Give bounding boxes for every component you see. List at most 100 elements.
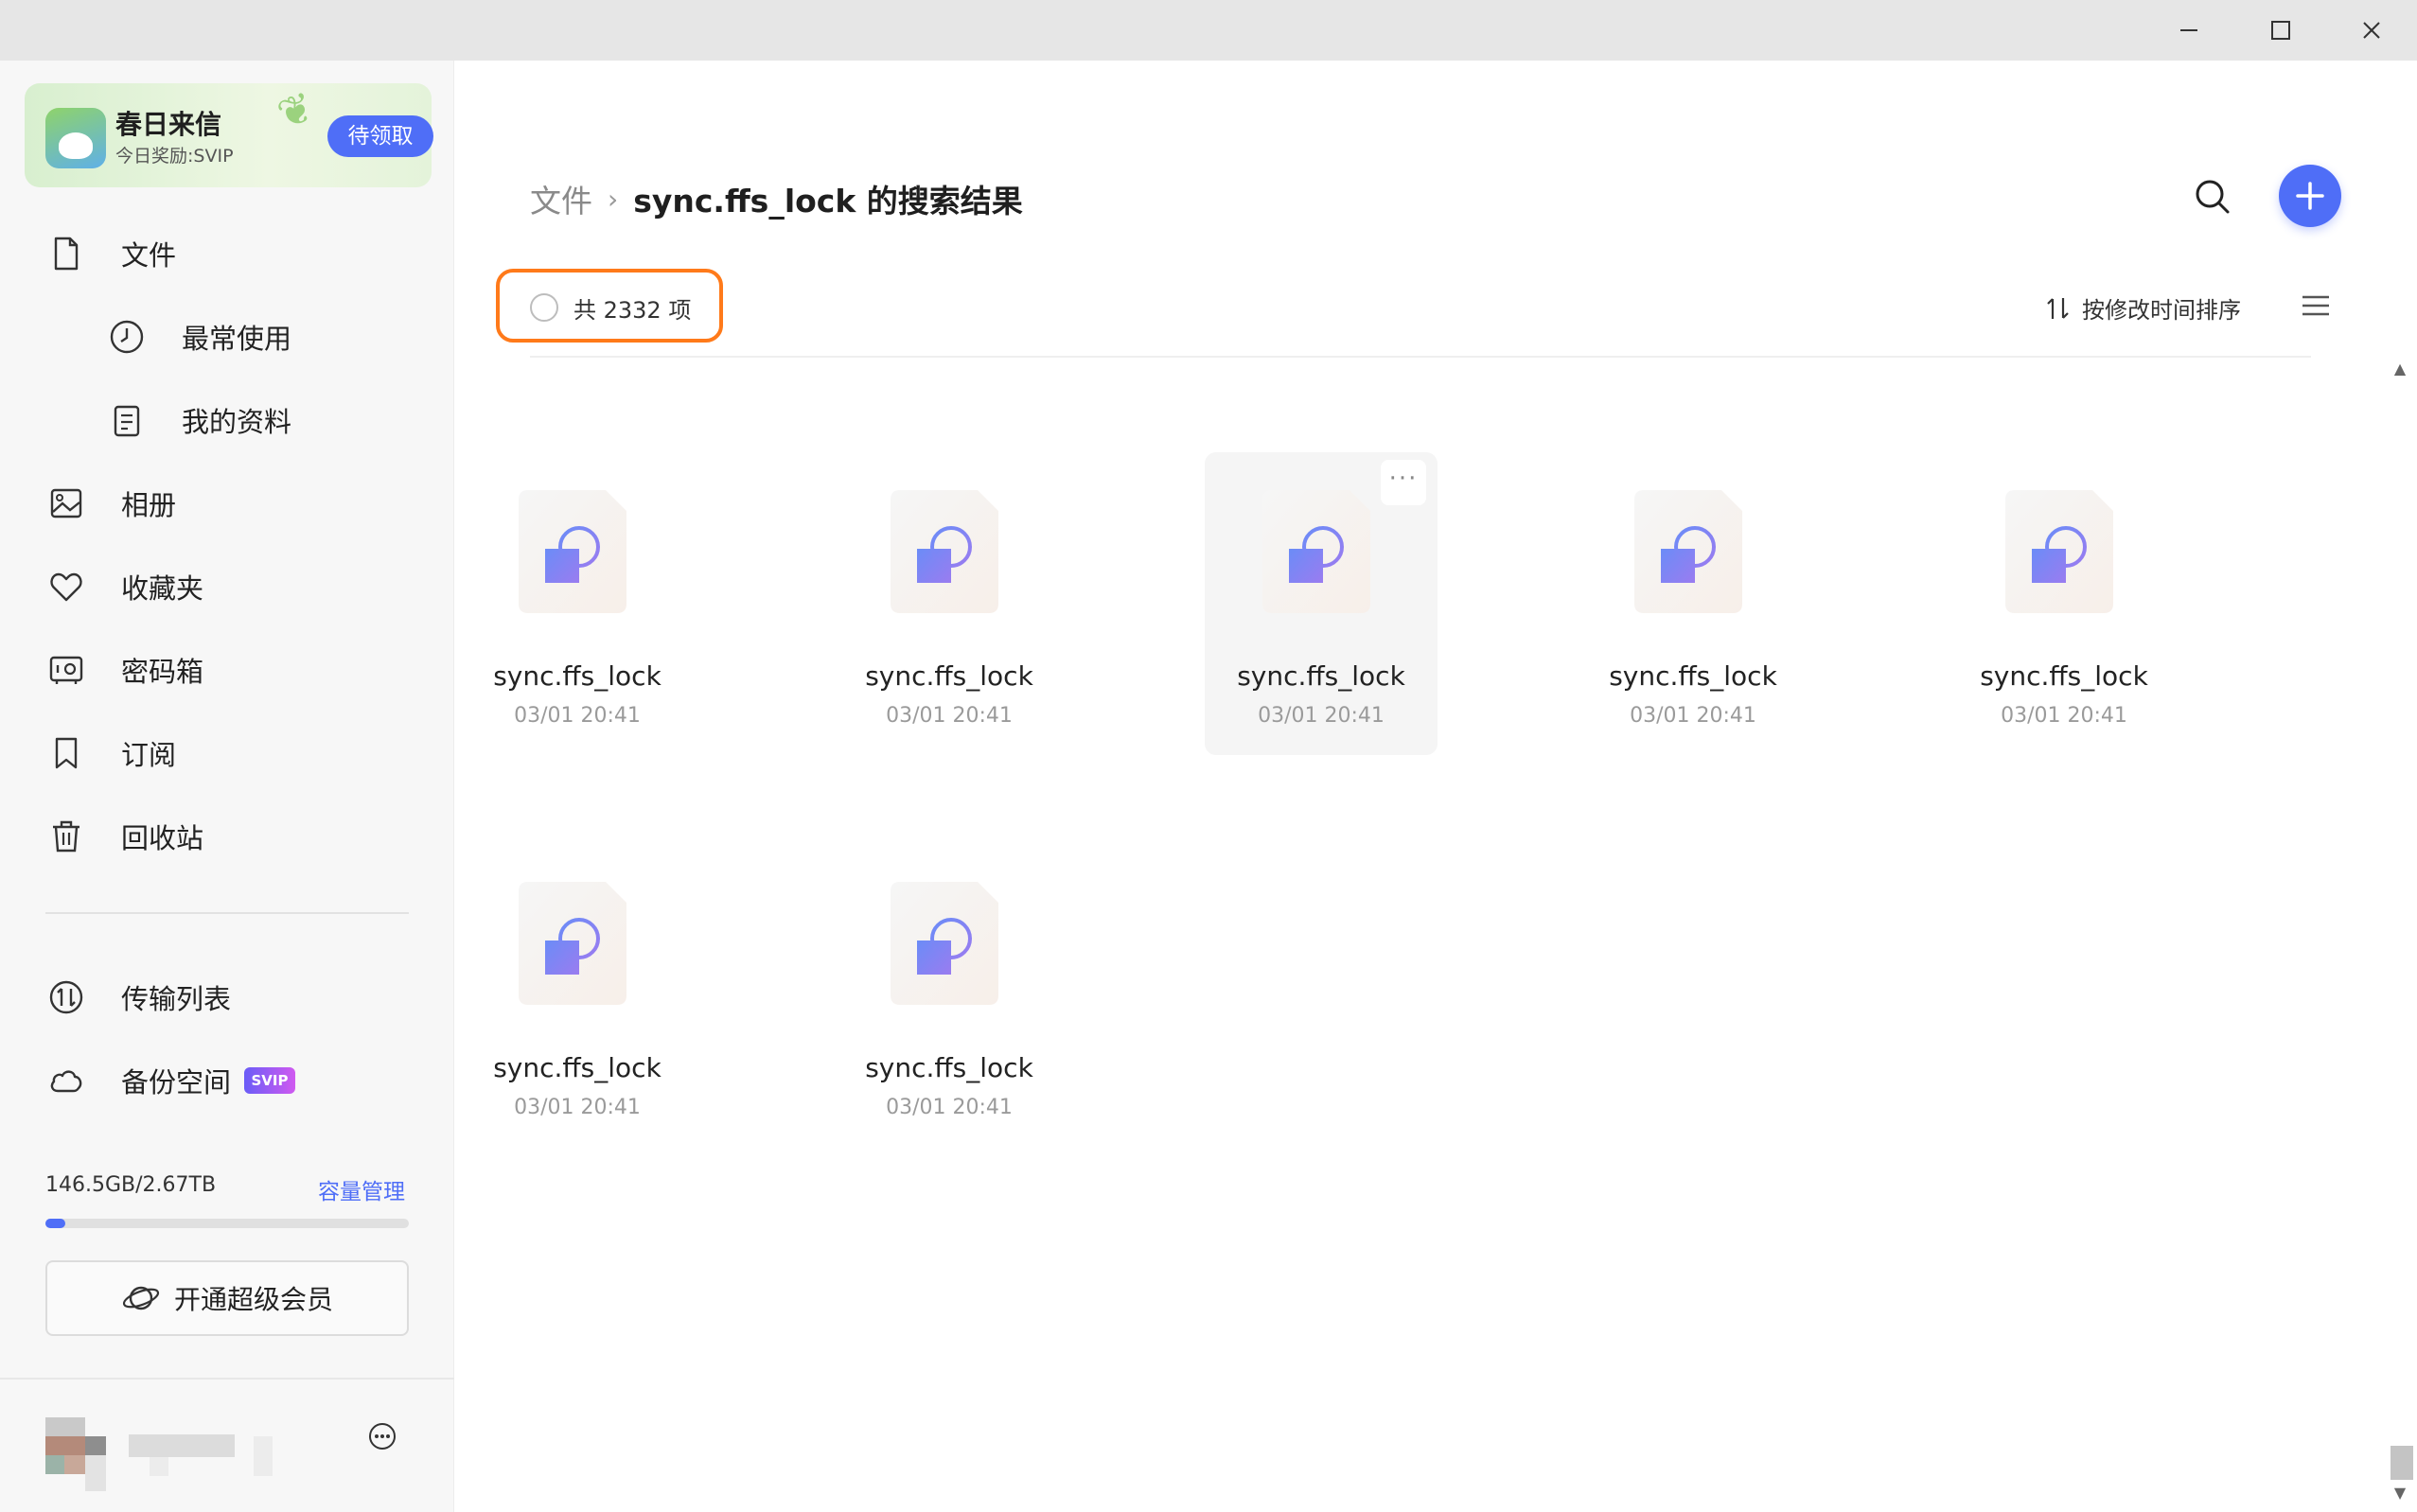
lock-file-icon (891, 882, 998, 1005)
sort-label: 按修改时间排序 (2082, 297, 2241, 324)
sidebar-item-label: 最常使用 (182, 323, 292, 355)
promo-banner[interactable]: ❦ 春日来信 今日奖励:SVIP 待领取 (25, 82, 433, 187)
file-date: 03/01 20:41 (2001, 704, 2127, 728)
sidebar-item-favorites[interactable]: 收藏夹 (0, 553, 454, 621)
user-level-blurred (254, 1436, 273, 1476)
file-date: 03/01 20:41 (1205, 358, 1438, 359)
scroll-down-arrow-icon[interactable]: ▼ (2387, 1484, 2413, 1506)
lock-file-icon (519, 490, 626, 613)
open-svip-label: 开通超级会员 (173, 1284, 333, 1315)
clock-icon (110, 320, 144, 354)
add-button[interactable] (2279, 165, 2341, 227)
lock-file-icon (891, 490, 998, 613)
file-name: sync.ffs_lock (865, 660, 1033, 692)
heart-icon (50, 572, 82, 602)
breadcrumb-separator: › (608, 183, 619, 215)
file-name: sync.ffs_lock (1980, 660, 2148, 692)
file-tile[interactable]: sync.ffs_lock 03/01 20:41 (1948, 452, 2180, 755)
select-all-checkbox[interactable] (530, 293, 558, 322)
lock-file-icon (2005, 490, 2113, 613)
file-date: 03/01 20:41 (514, 1096, 641, 1119)
sort-icon (2047, 297, 2069, 319)
sidebar-item-safe[interactable]: 密码箱 (0, 636, 454, 704)
sidebar-item-subscriptions[interactable]: 订阅 (0, 719, 454, 787)
planet-icon (122, 1286, 160, 1310)
promo-subtitle: 今日奖励:SVIP (115, 146, 234, 167)
main-content: 文件 › sync.ffs_lock 的搜索结果 共 2332 项 按修改时间排… (454, 61, 2417, 1512)
file-tile[interactable]: sync.ffs_lock03/01 20:41 (1948, 358, 2180, 386)
breadcrumb-root[interactable]: 文件 (530, 176, 592, 221)
file-date: 03/01 20:41 (1948, 358, 2180, 359)
transfer-icon (49, 980, 83, 1014)
user-name-blurred (129, 1434, 235, 1457)
file-name: sync.ffs_lock (1237, 660, 1405, 692)
promo-claim-button[interactable]: 待领取 (327, 115, 433, 157)
storage-manage-link[interactable]: 容量管理 (318, 1173, 405, 1205)
document-icon (114, 405, 140, 437)
maximize-icon[interactable] (2262, 13, 2300, 47)
file-date: 03/01 20:41 (1630, 704, 1756, 728)
lock-file-icon (1634, 490, 1742, 613)
open-svip-button[interactable]: 开通超级会员 (45, 1260, 409, 1336)
breadcrumb: 文件 › sync.ffs_lock 的搜索结果 (530, 176, 1023, 221)
file-tile[interactable]: sync.ffs_lock03/01 20:41 (1205, 358, 1438, 386)
sidebar-item-trash[interactable]: 回收站 (0, 802, 454, 870)
sidebar-item-photos[interactable]: 相册 (0, 469, 454, 537)
file-date: 03/01 20:41 (886, 704, 1013, 728)
user-separator (0, 1378, 454, 1380)
file-tile[interactable]: sync.ffs_lock 03/01 20:41 ··· (1205, 452, 1438, 755)
scrollbar[interactable]: ▲ ▼ (2387, 360, 2413, 1512)
file-tile[interactable]: sync.ffs_lock03/01 20:41 (1577, 358, 1809, 386)
minimize-icon[interactable] (2170, 13, 2208, 47)
storage-usage-text: 146.5GB/2.67TB (45, 1173, 217, 1197)
sidebar-item-label: 文件 (121, 239, 177, 272)
file-tile[interactable]: sync.ffs_lock03/01 20:41 (833, 358, 1066, 386)
trash-icon (53, 820, 79, 853)
sidebar-item-label: 密码箱 (121, 656, 204, 688)
sidebar-item-recent[interactable]: 最常使用 (0, 303, 454, 371)
file-name: sync.ffs_lock (865, 1052, 1033, 1083)
file-grid: sync.ffs_lock 03/01 20:41 sync.ffs_lock 03… (454, 358, 2385, 1512)
sidebar-item-backup[interactable]: 备份空间 SVIP (0, 1046, 454, 1115)
file-name: sync.ffs_lock (1609, 660, 1777, 692)
file-tile[interactable]: sync.ffs_lock 03/01 20:41 (833, 844, 1066, 1147)
promo-mascot-icon (45, 108, 106, 168)
sidebar-item-label: 备份空间 (121, 1066, 232, 1099)
sort-button[interactable]: 按修改时间排序 (2044, 291, 2241, 325)
title-bar (0, 0, 2417, 61)
lock-file-icon (519, 882, 626, 1005)
search-icon[interactable] (2190, 174, 2235, 220)
cloud-icon (50, 1070, 82, 1093)
file-tile[interactable]: sync.ffs_lock03/01 20:41 (461, 844, 694, 1147)
sidebar-divider (45, 912, 409, 914)
sidebar-item-label: 相册 (121, 489, 177, 521)
bookmark-icon (55, 737, 78, 769)
sidebar-item-label: 收藏夹 (121, 572, 204, 605)
file-date: 03/01 20:41 (1258, 704, 1385, 728)
more-options-icon[interactable] (367, 1421, 397, 1451)
sidebar-item-transfers[interactable]: 传输列表 (0, 963, 454, 1031)
file-tile[interactable]: sync.ffs_lock03/01 20:41 (461, 358, 694, 386)
sidebar-item-label: 传输列表 (121, 983, 232, 1015)
list-view-icon[interactable] (2300, 291, 2332, 320)
sidebar-item-my-documents[interactable]: 我的资料 (0, 386, 454, 454)
file-date: 03/01 20:41 (886, 1096, 1013, 1119)
more-options-button[interactable]: ··· (1381, 460, 1426, 505)
scroll-thumb[interactable] (2391, 1446, 2413, 1480)
user-name-blurred-part (150, 1457, 168, 1476)
close-icon[interactable] (2353, 13, 2391, 47)
page-title: sync.ffs_lock 的搜索结果 (633, 183, 1023, 220)
file-date: 03/01 20:41 (514, 704, 641, 728)
svip-badge: SVIP (244, 1067, 295, 1094)
sidebar-item-files[interactable]: 文件 (0, 220, 454, 288)
file-tile[interactable]: sync.ffs_lock 03/01 20:41 (1577, 452, 1809, 755)
result-count: 共 2332 项 (573, 297, 692, 324)
sidebar-item-label: 我的资料 (182, 406, 292, 438)
file-tile[interactable]: sync.ffs_lock 03/01 20:41 (833, 452, 1066, 755)
file-name: sync.ffs_lock (493, 660, 662, 692)
photo-icon (50, 488, 82, 519)
file-tile[interactable]: sync.ffs_lock 03/01 20:41 (461, 452, 694, 755)
sidebar-item-label: 回收站 (121, 822, 204, 854)
avatar[interactable] (45, 1417, 106, 1491)
scroll-up-arrow-icon[interactable]: ▲ (2387, 360, 2413, 382)
